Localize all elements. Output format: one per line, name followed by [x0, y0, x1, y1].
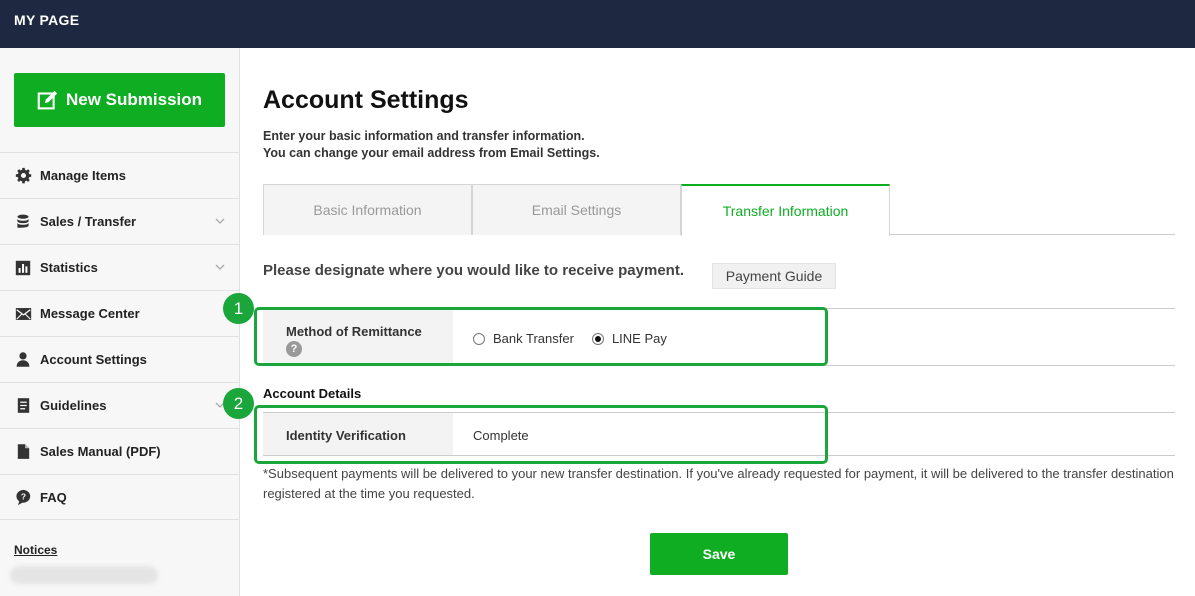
tab-basic-information[interactable]: Basic Information: [263, 184, 472, 235]
chevron-down-icon: [215, 218, 225, 224]
sidebar-item-label: Account Settings: [40, 352, 147, 367]
gear-icon: [14, 167, 32, 185]
top-bar: MY PAGE: [0, 0, 1195, 48]
sidebar-item-label: Manage Items: [40, 168, 126, 183]
sidebar-item-label: Message Center: [40, 306, 140, 321]
sidebar-item-message-center[interactable]: Message Center: [0, 290, 239, 336]
payment-guide-button[interactable]: Payment Guide: [712, 263, 836, 289]
help-icon[interactable]: ?: [286, 341, 302, 357]
user-icon: [14, 351, 32, 369]
remittance-method-row: Method of Remittance ? Bank Transfer LIN…: [263, 308, 1175, 366]
sidebar-item-faq[interactable]: ? FAQ: [0, 474, 239, 520]
sidebar: New Submission Manage Items Sales / Tran…: [0, 48, 240, 596]
envelope-icon: [14, 305, 32, 323]
new-submission-label: New Submission: [65, 90, 203, 109]
line-pay-radio[interactable]: [591, 332, 604, 345]
sidebar-item-label: Sales Manual (PDF): [40, 444, 161, 459]
annotation-badge-2: 2: [223, 388, 254, 419]
bank-transfer-radio[interactable]: [473, 332, 485, 345]
sidebar-item-guidelines[interactable]: Guidelines: [0, 382, 239, 428]
chevron-down-icon: [215, 264, 225, 270]
sidebar-item-sales-manual[interactable]: Sales Manual (PDF): [0, 428, 239, 474]
notices-link[interactable]: Notices: [14, 543, 57, 557]
identity-verification-value: Complete: [473, 428, 529, 443]
tab-transfer-information[interactable]: Transfer Information: [681, 184, 890, 236]
sidebar-item-label: Guidelines: [40, 398, 107, 413]
page-description: Enter your basic information and transfe…: [263, 128, 600, 162]
sidebar-item-label: FAQ: [40, 489, 67, 505]
annotation-badge-1: 1: [223, 293, 254, 324]
sidebar-item-statistics[interactable]: Statistics: [0, 244, 239, 290]
file-icon: [14, 443, 32, 461]
bar-chart-icon: [14, 259, 32, 277]
sidebar-nav: Manage Items Sales / Transfer Statistics…: [0, 152, 239, 520]
blurred-notice-item: [10, 566, 158, 584]
remittance-method-label: Method of Remittance: [286, 324, 422, 339]
settings-tabs: Basic Information Email Settings Transfe…: [263, 184, 1175, 236]
database-icon: [14, 213, 32, 231]
sidebar-item-account-settings[interactable]: Account Settings: [0, 336, 239, 382]
sidebar-item-sales-transfer[interactable]: Sales / Transfer: [0, 198, 239, 244]
app-title[interactable]: MY PAGE: [14, 12, 79, 28]
document-icon: [14, 397, 32, 415]
remittance-method-label-cell: Method of Remittance ?: [263, 309, 453, 365]
page-title: Account Settings: [263, 86, 469, 114]
sidebar-item-manage-items[interactable]: Manage Items: [0, 152, 239, 198]
account-details-heading: Account Details: [263, 386, 362, 401]
designate-payment-heading: Please designate where you would like to…: [263, 262, 684, 279]
question-bubble-icon: ?: [14, 488, 32, 506]
edit-icon: [37, 90, 58, 109]
remittance-options: Bank Transfer LINE Pay: [473, 331, 685, 346]
description-line-1: Enter your basic information and transfe…: [263, 129, 585, 143]
identity-verification-row: Identity Verification Complete: [263, 412, 1175, 456]
description-line-2: You can change your email address from E…: [263, 146, 600, 160]
transfer-note: *Subsequent payments will be delivered t…: [263, 466, 1174, 501]
sidebar-item-label: Statistics: [40, 260, 98, 275]
bank-transfer-label[interactable]: Bank Transfer: [493, 331, 574, 346]
identity-verification-label: Identity Verification: [263, 413, 453, 455]
new-submission-button[interactable]: New Submission: [14, 73, 225, 127]
line-pay-label[interactable]: LINE Pay: [612, 331, 667, 346]
save-button[interactable]: Save: [650, 533, 788, 575]
tab-email-settings[interactable]: Email Settings: [472, 184, 681, 235]
svg-text:?: ?: [20, 491, 25, 501]
sidebar-item-label: Sales / Transfer: [40, 214, 137, 229]
